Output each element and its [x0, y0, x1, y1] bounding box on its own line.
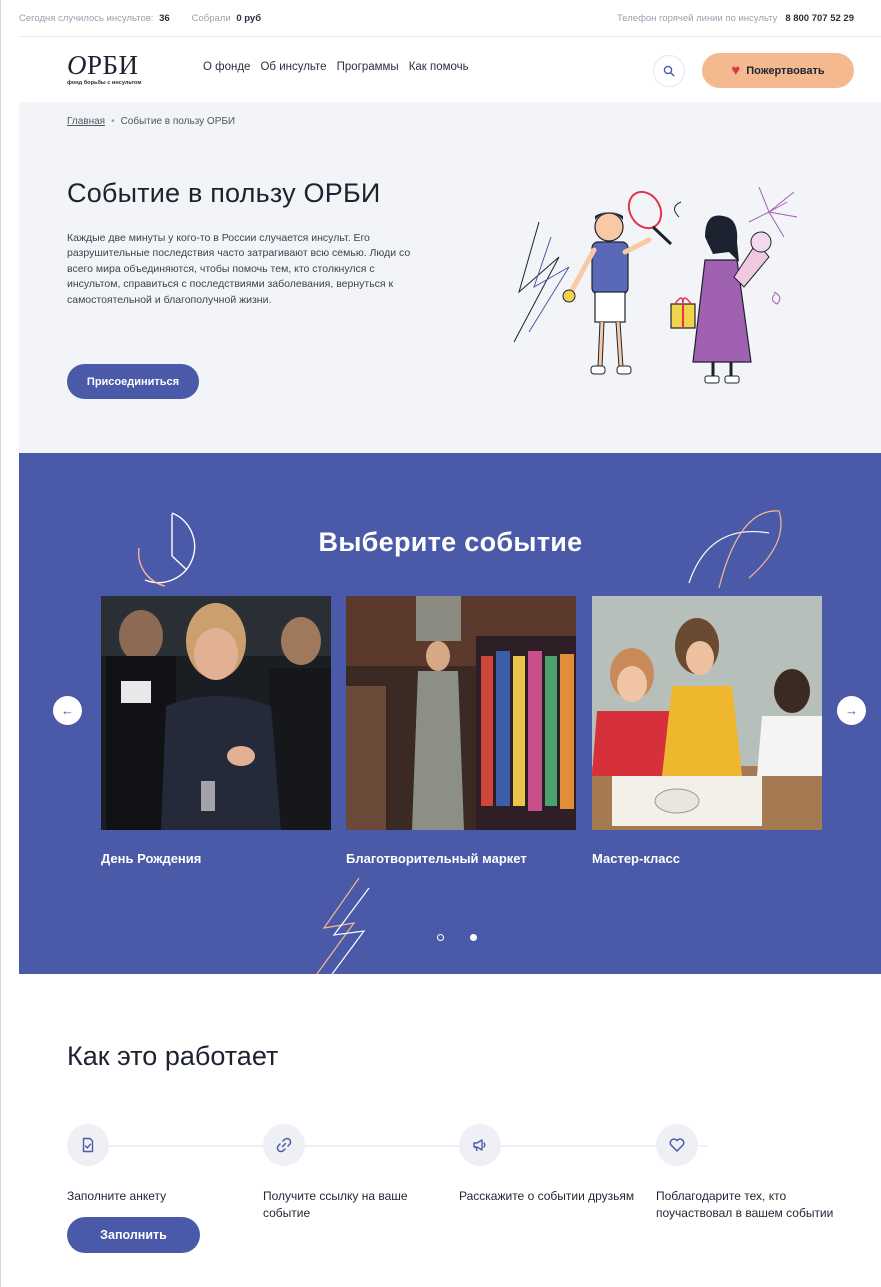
main-nav: О фонде Об инсульте Программы Как помочь	[203, 61, 479, 73]
step-icon-circle	[67, 1124, 109, 1166]
search-icon	[663, 65, 675, 77]
step-get-link: Получите ссылку на ваше событие	[263, 1124, 443, 1222]
page-title: Событие в пользу ОРБИ	[67, 178, 381, 208]
logo-letters: РБИ	[87, 50, 139, 80]
fill-form-button[interactable]: Заполнить	[67, 1217, 200, 1253]
event-photo-market	[346, 596, 576, 830]
nav-item-help[interactable]: Как помочь	[409, 61, 469, 73]
carousel-dot-1[interactable]	[437, 934, 444, 941]
event-card-market[interactable]: Благотворительный маркет	[346, 596, 576, 866]
site-header: ОРБИ фонд борьбы с инсультом О фонде Об …	[19, 36, 881, 102]
nav-item-stroke[interactable]: Об инсульте	[260, 61, 326, 73]
step-tell-friends: Расскажите о событии друзьям	[459, 1124, 639, 1205]
lightning-decoration	[316, 877, 370, 974]
events-section: Выберите событие ← → День Рождения Благо…	[19, 453, 881, 974]
arrow-left-icon: ←	[61, 703, 74, 718]
nav-item-about[interactable]: О фонде	[203, 61, 250, 73]
step-text: Поблагодарите тех, кто поучаствовал в ва…	[656, 1189, 834, 1220]
how-it-works-section: Как это работает Заполните анкету Получи…	[19, 974, 881, 1287]
step-text: Получите ссылку на ваше событие	[263, 1189, 408, 1220]
step-thank-participants: Поблагодарите тех, кто поучаствовал в ва…	[656, 1124, 836, 1222]
form-icon	[82, 1137, 94, 1153]
step-icon-circle	[459, 1124, 501, 1166]
search-button[interactable]	[653, 55, 685, 87]
event-card-birthday[interactable]: День Рождения	[101, 596, 331, 866]
step-text: Расскажите о событии друзьям	[459, 1189, 635, 1203]
heart-outline-icon	[669, 1138, 685, 1152]
breadcrumb-current: Событие в пользу ОРБИ	[120, 116, 236, 127]
logo-wordmark: ОРБИ	[67, 51, 187, 79]
event-card-title: День Рождения	[101, 851, 202, 866]
hotline-label: Телефон горячей линии по инсульту	[617, 12, 778, 24]
top-info-bar: Сегодня случилось инсультов: 36 Собрали …	[19, 0, 881, 36]
event-card-title: Мастер-класс	[592, 851, 680, 866]
strokes-label: Сегодня случилось инсультов:	[19, 12, 154, 24]
how-title: Как это работает	[67, 1041, 279, 1071]
arrow-right-icon: →	[845, 703, 858, 718]
donate-button[interactable]: ♥ Пожертвовать	[702, 53, 854, 88]
collected-counter: Собрали 0 руб	[192, 13, 261, 24]
event-card-title: Благотворительный маркет	[346, 851, 527, 866]
carousel-next-button[interactable]: →	[837, 696, 866, 725]
breadcrumb: Главная • Событие в пользу ОРБИ	[67, 116, 235, 127]
carousel-prev-button[interactable]: ←	[53, 696, 82, 725]
breadcrumb-home-link[interactable]: Главная	[67, 116, 105, 127]
breadcrumb-separator: •	[111, 116, 115, 127]
carousel-dot-2[interactable]	[470, 934, 477, 941]
step-text: Заполните анкету	[67, 1189, 167, 1203]
event-photo-birthday	[101, 596, 331, 830]
hero-section: Главная • Событие в пользу ОРБИ Событие в …	[19, 102, 881, 453]
link-icon	[276, 1137, 292, 1153]
step-icon-circle	[263, 1124, 305, 1166]
collected-label: Собрали	[191, 12, 231, 24]
carousel-pagination	[437, 934, 477, 941]
step-fill-form: Заполните анкету	[67, 1124, 247, 1205]
hero-illustration	[513, 186, 798, 384]
strokes-counter: Сегодня случилось инсультов: 36	[19, 13, 170, 24]
heart-icon: ♥	[731, 62, 741, 79]
logo[interactable]: ОРБИ фонд борьбы с инсультом	[67, 51, 187, 89]
page: Сегодня случилось инсультов: 36 Собрали …	[0, 0, 881, 1287]
events-title: Выберите событие	[318, 527, 583, 557]
donate-label: Пожертвовать	[746, 64, 825, 77]
hotline: Телефон горячей линии по инсульту 8 800 …	[617, 0, 854, 36]
event-photo-masterclass	[592, 596, 822, 830]
logo-tagline: фонд борьбы с инсультом	[67, 80, 142, 86]
join-button[interactable]: Присоединиться	[67, 364, 199, 399]
nav-item-programs[interactable]: Программы	[337, 61, 399, 73]
hotline-phone-link[interactable]: 8 800 707 52 29	[785, 13, 854, 24]
collected-value: 0 руб	[236, 12, 262, 24]
strokes-value: 36	[159, 12, 170, 24]
logo-letter-o: О	[67, 50, 87, 80]
event-card-masterclass[interactable]: Мастер-класс	[592, 596, 822, 866]
megaphone-icon	[473, 1139, 486, 1152]
hero-description: Каждые две минуты у кого-то в России слу…	[67, 232, 411, 306]
step-icon-circle	[656, 1124, 698, 1166]
